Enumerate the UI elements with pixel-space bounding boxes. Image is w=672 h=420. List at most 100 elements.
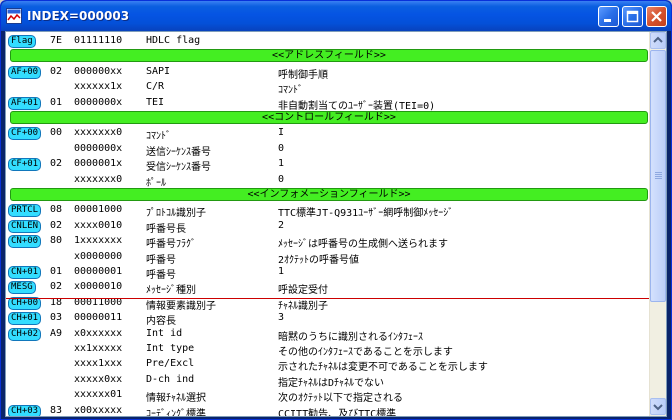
bit-pattern: xxxxx0xx xyxy=(74,374,123,385)
field-value: 2 xyxy=(278,220,285,231)
hex-value: A9 xyxy=(50,328,63,339)
maximize-icon xyxy=(626,10,639,23)
bit-pattern: x0000010 xyxy=(74,281,123,292)
field-name: HDLC flag xyxy=(146,35,201,46)
decode-row[interactable]: x0000000 呼番号 2ｵｸﾃｯﾄの呼番号値 xyxy=(6,250,650,266)
field-name: 呼番号 xyxy=(146,255,176,266)
field-name: 呼番号 xyxy=(146,270,176,281)
decode-row[interactable]: xxxxxxx0 ﾎﾟｰﾙ 0 xyxy=(6,173,650,189)
field-value: 暗黙のうちに識別されるｲﾝﾀﾌｪｰｽ xyxy=(278,332,423,343)
field-name: 内容長 xyxy=(146,316,176,327)
field-value: 2ｵｸﾃｯﾄの呼番号値 xyxy=(278,255,360,266)
minimize-button[interactable] xyxy=(598,6,619,27)
field-tag: CN+01 xyxy=(8,266,42,279)
hex-value: 02 xyxy=(50,66,63,77)
field-tag: Flag xyxy=(8,35,36,48)
bit-pattern: 0000001x xyxy=(74,158,123,169)
field-name: 呼番号ﾌﾗｸﾞ xyxy=(146,239,196,250)
window-title: INDEX=000003 xyxy=(27,9,130,23)
field-name: D-ch ind xyxy=(146,374,195,385)
bit-pattern: xxxx0010 xyxy=(74,220,123,231)
field-tag: CH+02 xyxy=(8,328,42,341)
field-value: その他のｲﾝﾀﾌｪｰｽであることを示します xyxy=(278,347,453,358)
decode-row[interactable]: xxxxx0xx D-ch ind 指定ﾁｬﾈﾙはDﾁｬﾈﾙでない xyxy=(6,373,650,389)
section-header: <<アドレスフィールド>> xyxy=(10,49,648,62)
field-value: 0 xyxy=(278,174,285,185)
section-header: <<インフォメーションフィールド>> xyxy=(10,188,648,201)
decode-row[interactable]: CF+01 02 0000001x 受信ｼｰｹﾝｽ番号 1 xyxy=(6,157,650,173)
close-button[interactable] xyxy=(646,6,667,27)
field-name: Pre/Excl xyxy=(146,358,195,369)
decode-row[interactable]: CN+00 80 1xxxxxxx 呼番号ﾌﾗｸﾞ ﾒｯｾｰｼﾞは呼番号の生成側へ送られ… xyxy=(6,234,650,250)
scroll-thumb[interactable] xyxy=(650,50,666,302)
field-name: ﾌﾟﾛﾄｺﾙ識別子 xyxy=(146,208,206,219)
decode-row[interactable]: CF+00 00 xxxxxxx0 ｺﾏﾝﾄﾞ I xyxy=(6,126,650,142)
field-value: TTC標準JT-Q931ﾕｰｻﾞｰ網呼制御ﾒｯｾｰｼﾞ xyxy=(278,208,454,219)
decode-row[interactable]: xxxx1xxx Pre/Excl 示されたﾁｬﾈﾙは変更不可であることを示します xyxy=(6,357,650,373)
decode-row[interactable]: xxxxxx1x C/R ｺﾏﾝﾄﾞ xyxy=(6,80,650,96)
decode-row[interactable]: CH+02 A9 x0xxxxxx Int id 暗黙のうちに識別されるｲﾝﾀﾌｪｰｽ xyxy=(6,327,650,343)
field-name: TEI xyxy=(146,97,165,108)
hex-value: 02 xyxy=(50,158,63,169)
bit-pattern: 000000xx xyxy=(74,66,123,77)
field-value: ｺﾏﾝﾄﾞ xyxy=(278,85,303,96)
bit-pattern: 00000011 xyxy=(74,312,123,323)
scroll-down-button[interactable] xyxy=(650,398,666,415)
hex-value: 02 xyxy=(50,281,63,292)
field-name: SAPI xyxy=(146,66,171,77)
field-name: Int type xyxy=(146,343,195,354)
field-name: C/R xyxy=(146,81,165,92)
decode-row[interactable]: 0000000x 送信ｼｰｹﾝｽ番号 0 xyxy=(6,142,650,158)
field-value: I xyxy=(278,127,285,138)
field-tag: AF+00 xyxy=(8,66,42,79)
bit-pattern: xxxxxx1x xyxy=(74,81,123,92)
field-name: ｺﾏﾝﾄﾞ xyxy=(146,131,171,142)
field-value: 0 xyxy=(278,143,285,154)
field-name: ｺｰﾃﾞｨﾝｸﾞ標準 xyxy=(146,409,206,416)
section-header: <<コントロールフィールド>> xyxy=(10,111,648,124)
decode-list: Flag 7E 01111110 HDLC flag <<アドレスフィールド>> AF+0… xyxy=(6,32,650,416)
hex-value: 02 xyxy=(50,220,63,231)
decode-row[interactable]: CN+01 01 00000001 呼番号 1 xyxy=(6,265,650,281)
bit-pattern: xxxxxx01 xyxy=(74,389,123,400)
hex-value: 80 xyxy=(50,235,63,246)
field-name: 呼番号長 xyxy=(146,224,186,235)
decode-row[interactable]: MESG 02 x0000010 ﾒｯｾｰｼﾞ種別 呼設定受付 xyxy=(6,280,650,296)
field-tag: CN+00 xyxy=(8,235,42,248)
decode-row[interactable]: PRTCL 08 00001000 ﾌﾟﾛﾄｺﾙ識別子 TTC標準JT-Q931ﾕｰｻﾞ… xyxy=(6,203,650,219)
field-value: CCITT勧告、及びTTC標準 xyxy=(278,409,397,416)
bit-pattern: xxxxxxx0 xyxy=(74,127,123,138)
scroll-up-button[interactable] xyxy=(650,32,666,49)
decode-row[interactable]: CH+03 83 x00xxxxx ｺｰﾃﾞｨﾝｸﾞ標準 CCITT勧告、及びTTC標準 xyxy=(6,404,650,416)
packet-view: Flag 7E 01111110 HDLC flag <<アドレスフィールド>> AF+0… xyxy=(5,31,667,417)
bit-pattern: 1xxxxxxx xyxy=(74,235,123,246)
hex-value: 01 xyxy=(50,97,63,108)
app-icon xyxy=(6,8,22,24)
decode-row[interactable]: AF+01 01 0000000x TEI 非自動割当てのﾕｰｻﾞｰ装置(TEI=0) xyxy=(6,96,650,112)
close-icon xyxy=(651,11,662,22)
hex-value: 7E xyxy=(50,35,63,46)
bit-pattern: x0000000 xyxy=(74,251,123,262)
decode-row[interactable]: Flag 7E 01111110 HDLC flag xyxy=(6,34,650,48)
decode-row[interactable]: xxxxxx01 情報ﾁｬﾈﾙ選択 次のｵｸﾃｯﾄ以下で指定される xyxy=(6,388,650,404)
separator-line xyxy=(6,298,650,299)
app-window: INDEX=000003 Flag 7E 01111110 HDLC flag <<アド… xyxy=(0,0,672,420)
field-value: 1 xyxy=(278,158,285,169)
vertical-scrollbar[interactable] xyxy=(649,32,666,416)
field-name: 送信ｼｰｹﾝｽ番号 xyxy=(146,147,211,158)
field-value: 1 xyxy=(278,266,285,277)
maximize-button[interactable] xyxy=(622,6,643,27)
decode-row[interactable]: xx1xxxxx Int type その他のｲﾝﾀﾌｪｰｽであることを示します xyxy=(6,342,650,358)
decode-row[interactable]: CH+01 03 00000011 内容長 3 xyxy=(6,311,650,327)
decode-row[interactable]: CNLEN 02 xxxx0010 呼番号長 2 xyxy=(6,219,650,235)
bit-pattern: x0xxxxxx xyxy=(74,328,123,339)
field-value: 呼設定受付 xyxy=(278,285,328,296)
bit-pattern: 0000000x xyxy=(74,143,123,154)
title-bar[interactable]: INDEX=000003 xyxy=(1,1,671,31)
field-name: ﾒｯｾｰｼﾞ種別 xyxy=(146,285,196,296)
field-name: 受信ｼｰｹﾝｽ番号 xyxy=(146,162,211,173)
field-name: 情報要素識別子 xyxy=(146,301,216,312)
bit-pattern: 00001000 xyxy=(74,204,123,215)
minimize-icon xyxy=(604,19,611,22)
decode-row[interactable]: AF+00 02 000000xx SAPI 呼制御手順 xyxy=(6,65,650,81)
